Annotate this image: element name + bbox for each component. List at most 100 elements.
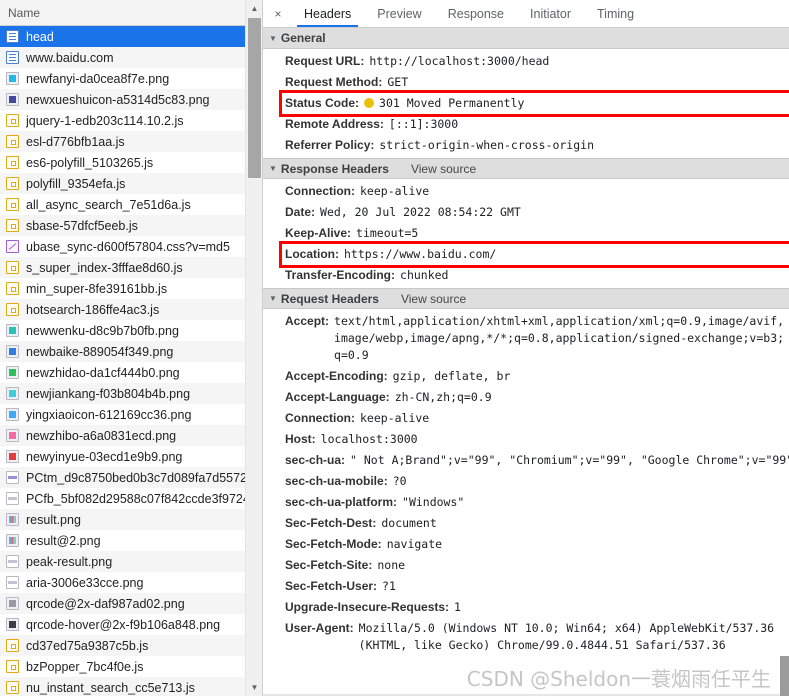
- header-row: Accept: text/html,application/xhtml+xml,a…: [263, 311, 789, 366]
- request-list-item[interactable]: aria-3006e33cce.png: [0, 572, 262, 593]
- request-list-item-label: es6-polyfill_5103265.js: [26, 155, 154, 170]
- request-list-item[interactable]: cd37ed75a9387c5b.js: [0, 635, 262, 656]
- header-row: sec-ch-ua: " Not A;Brand";v="99", "Chromi…: [263, 450, 789, 471]
- header-row: Accept-Language: zh-CN,zh;q=0.9: [263, 387, 789, 408]
- request-list-item-label: newyinyue-03ecd1e9b9.png: [26, 449, 183, 464]
- header-value: "Windows": [402, 495, 465, 509]
- tab-response[interactable]: Response: [435, 0, 517, 27]
- header-value: 1: [454, 600, 461, 614]
- request-list[interactable]: head www.baidu.com newfanyi-da0cea8f7e.png…: [0, 26, 262, 696]
- request-list-item-label: ubase_sync-d600f57804.css?v=md5: [26, 239, 230, 254]
- request-list-item[interactable]: www.baidu.com: [0, 47, 262, 68]
- headers-content[interactable]: ▼ General Request URL: http://localhost:3…: [263, 28, 789, 696]
- request-list-item[interactable]: newbaike-889054f349.png: [0, 341, 262, 362]
- request-list-item-label: yingxiaoicon-612169cc36.png: [26, 407, 192, 422]
- script-icon: [6, 135, 19, 148]
- header-name: Connection:: [285, 411, 355, 425]
- chevron-down-icon: ▼: [269, 294, 277, 303]
- header-name: Sec-Fetch-Site:: [285, 558, 373, 572]
- header-row: Host: localhost:3000: [263, 429, 789, 450]
- watermark: CSDN @Sheldon一蓑烟雨任平生: [466, 667, 771, 691]
- script-icon: [6, 660, 19, 673]
- image-icon: [6, 93, 19, 106]
- request-list-item[interactable]: s_super_index-3fffae8d60.js: [0, 257, 262, 278]
- name-column-header[interactable]: Name: [0, 0, 262, 26]
- request-list-item[interactable]: PCfb_5bf082d29588c07f842ccde3f97243ea.pn…: [0, 488, 262, 509]
- image-icon: [6, 513, 19, 526]
- request-list-item[interactable]: polyfill_9354efa.js: [0, 173, 262, 194]
- request-list-item[interactable]: min_super-8fe39161bb.js: [0, 278, 262, 299]
- scroll-down-arrow-icon[interactable]: ▼: [246, 679, 262, 696]
- scroll-up-arrow-icon[interactable]: ▲: [246, 0, 262, 17]
- tab-strip: Headers Preview Response Initiator Timing: [291, 0, 647, 27]
- request-list-item[interactable]: newfanyi-da0cea8f7e.png: [0, 68, 262, 89]
- detail-scrollbar-thumb[interactable]: [780, 656, 789, 696]
- request-list-item[interactable]: newxueshuicon-a5314d5c83.png: [0, 89, 262, 110]
- view-source-link-response[interactable]: View source: [411, 162, 476, 176]
- request-list-item[interactable]: jquery-1-edb203c114.10.2.js: [0, 110, 262, 131]
- request-list-item[interactable]: esl-d776bfb1aa.js: [0, 131, 262, 152]
- request-list-item-label: PCfb_5bf082d29588c07f842ccde3f97243ea.pn…: [26, 491, 262, 506]
- view-source-link-request[interactable]: View source: [401, 292, 466, 306]
- header-name: Upgrade-Insecure-Requests:: [285, 600, 450, 614]
- header-name: Sec-Fetch-Mode:: [285, 537, 382, 551]
- header-name: Accept:: [285, 314, 330, 328]
- header-name: sec-ch-ua:: [285, 453, 346, 467]
- request-list-item[interactable]: newyinyue-03ecd1e9b9.png: [0, 446, 262, 467]
- request-list-item[interactable]: hotsearch-186ffe4ac3.js: [0, 299, 262, 320]
- header-value: localhost:3000: [320, 432, 418, 446]
- request-list-item[interactable]: bzPopper_7bc4f0e.js: [0, 656, 262, 677]
- close-icon[interactable]: ×: [265, 0, 291, 27]
- image-icon: [6, 555, 19, 568]
- script-icon: [6, 303, 19, 316]
- request-list-item-label: newzhidao-da1cf444b0.png: [26, 365, 180, 380]
- scrollbar-thumb[interactable]: [248, 18, 261, 178]
- request-list-item[interactable]: newzhibo-a6a0831ecd.png: [0, 425, 262, 446]
- tab-timing[interactable]: Timing: [584, 0, 647, 27]
- header-row: Request Method: GET: [263, 72, 789, 93]
- request-list-item[interactable]: result@2.png: [0, 530, 262, 551]
- section-header-request-headers[interactable]: ▼ Request Headers View source: [263, 288, 789, 309]
- request-list-item[interactable]: peak-result.png: [0, 551, 262, 572]
- request-list-item[interactable]: newjiankang-f03b804b4b.png: [0, 383, 262, 404]
- request-list-item[interactable]: yingxiaoicon-612169cc36.png: [0, 404, 262, 425]
- request-list-item-label: min_super-8fe39161bb.js: [26, 281, 168, 296]
- section-title-request-headers: Request Headers: [280, 291, 379, 306]
- image-icon: [6, 492, 19, 505]
- request-list-item[interactable]: qrcode@2x-daf987ad02.png: [0, 593, 262, 614]
- request-list-item[interactable]: sbase-57dfcf5eeb.js: [0, 215, 262, 236]
- request-list-item[interactable]: nu_instant_search_cc5e713.js: [0, 677, 262, 696]
- tab-preview[interactable]: Preview: [364, 0, 434, 27]
- tab-initiator[interactable]: Initiator: [517, 0, 584, 27]
- script-icon: [6, 114, 19, 127]
- tab-headers[interactable]: Headers: [291, 0, 364, 27]
- request-list-item[interactable]: result.png: [0, 509, 262, 530]
- section-header-general[interactable]: ▼ General: [263, 28, 789, 49]
- header-value: keep-alive: [360, 411, 430, 425]
- header-value: text/html,application/xhtml+xml,applicat…: [334, 314, 785, 362]
- request-list-item[interactable]: es6-polyfill_5103265.js: [0, 152, 262, 173]
- request-list-item[interactable]: newzhidao-da1cf444b0.png: [0, 362, 262, 383]
- header-value: timeout=5: [356, 226, 419, 240]
- image-icon: [6, 450, 19, 463]
- image-icon: [6, 534, 19, 547]
- request-list-item[interactable]: head: [0, 26, 262, 47]
- header-row: Status Code: 301 Moved Permanently: [263, 93, 789, 114]
- request-list-item[interactable]: qrcode-hover@2x-f9b106a848.png: [0, 614, 262, 635]
- header-row: Transfer-Encoding: chunked: [263, 265, 789, 286]
- request-list-item[interactable]: newwenku-d8c9b7b0fb.png: [0, 320, 262, 341]
- header-name: Request Method:: [285, 75, 383, 89]
- header-name: Status Code:: [285, 96, 360, 110]
- header-name: Remote Address:: [285, 117, 384, 131]
- section-header-response-headers[interactable]: ▼ Response Headers View source: [263, 158, 789, 179]
- request-list-item[interactable]: ubase_sync-d600f57804.css?v=md5: [0, 236, 262, 257]
- header-value: ?1: [382, 579, 396, 593]
- header-value: 301 Moved Permanently: [379, 96, 525, 110]
- header-value: " Not A;Brand";v="99", "Chromium";v="99"…: [350, 453, 789, 467]
- header-row: Sec-Fetch-Dest: document: [263, 513, 789, 534]
- request-list-item[interactable]: all_async_search_7e51d6a.js: [0, 194, 262, 215]
- request-list-scrollbar[interactable]: ▲ ▼: [245, 0, 262, 696]
- request-list-item[interactable]: PCtm_d9c8750bed0b3c7d089fa7d55720d6cf.pn…: [0, 467, 262, 488]
- request-list-item-label: aria-3006e33cce.png: [26, 575, 144, 590]
- request-list-item-label: sbase-57dfcf5eeb.js: [26, 218, 138, 233]
